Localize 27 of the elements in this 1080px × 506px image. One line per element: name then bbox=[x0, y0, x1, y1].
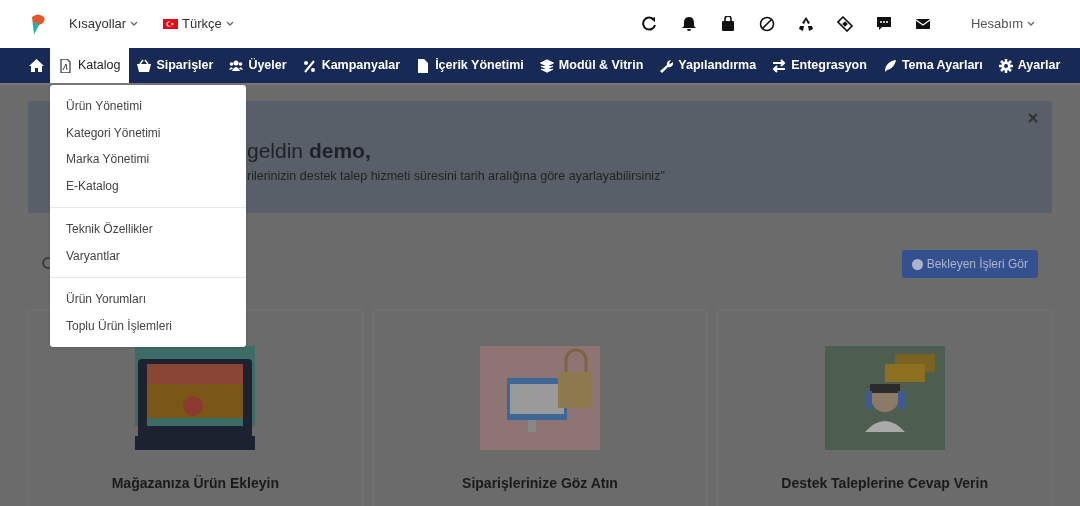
nav-tab[interactable]: İçerik Yönetimi bbox=[408, 48, 532, 83]
account-dropdown[interactable]: Hesabım bbox=[970, 14, 1035, 34]
nav-tab[interactable]: Siparişler bbox=[129, 48, 222, 83]
menu-item[interactable]: Marka Yönetimi bbox=[50, 146, 246, 173]
card-title: Destek Taleplerine Cevap Verin bbox=[781, 474, 988, 493]
menu-item[interactable]: Varyantlar bbox=[50, 242, 246, 269]
welcome-heading: geldin demo, bbox=[247, 138, 371, 164]
menu-item[interactable]: Toplu Ürün İşlemleri bbox=[50, 312, 246, 339]
alert-text: rilerinizin destek talep hizmeti süresini tarih aralığına göre ayarlayabilirsiniz" bbox=[247, 168, 665, 185]
nav-tab[interactable]: Entegrasyon bbox=[764, 48, 875, 83]
menu-item[interactable]: Teknik Özellikler bbox=[50, 216, 246, 243]
pending-tasks-button[interactable]: Bekleyen İşleri Gör bbox=[901, 250, 1038, 278]
nav-tab[interactable]: Ayarlar bbox=[990, 48, 1069, 83]
language-dropdown[interactable]: Türkçe bbox=[163, 14, 234, 34]
card-title: Siparişlerinize Göz Atın bbox=[462, 474, 618, 493]
nav-tab[interactable]: Tema Ayarları bbox=[874, 48, 991, 83]
nav-tab[interactable]: Kampanyalar bbox=[294, 48, 409, 83]
menu-item[interactable]: Ürün Yönetimi bbox=[50, 93, 246, 120]
nav-tab[interactable]: Modül & Vitrin bbox=[531, 48, 652, 83]
nav-tab[interactable]: Katalog bbox=[50, 48, 130, 83]
menu-item[interactable]: Kategori Yönetimi bbox=[50, 119, 246, 146]
menu-item[interactable]: E-Katalog bbox=[50, 172, 246, 199]
nav-tab[interactable]: Üyeler bbox=[221, 48, 295, 83]
menu-item[interactable]: Ürün Yorumları bbox=[50, 286, 246, 313]
card-title: Mağazanıza Ürün Ekleyin bbox=[111, 474, 279, 493]
shortcuts-dropdown[interactable]: Kısayollar bbox=[69, 14, 139, 34]
nav-tab[interactable]: Yapılandırma bbox=[651, 48, 765, 83]
